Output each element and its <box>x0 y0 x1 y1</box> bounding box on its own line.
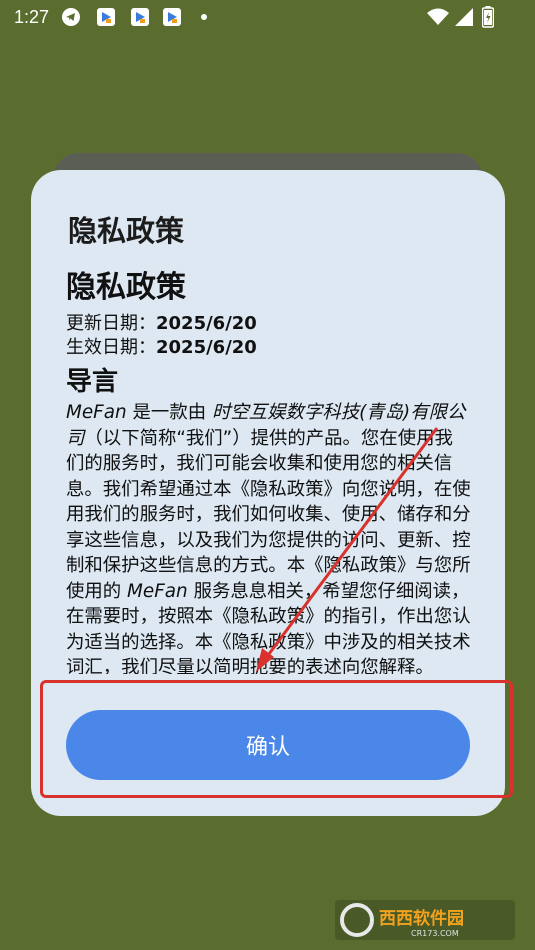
status-bar: 1:27 <box>0 0 535 36</box>
annotation-highlight-box <box>40 680 513 798</box>
intro-text-1: 是一款由 <box>126 402 212 423</box>
app-name-2: MeFan <box>127 580 188 602</box>
app-icon <box>97 8 115 26</box>
signal-icon <box>455 8 473 26</box>
wifi-icon <box>427 8 449 25</box>
section-heading: 导言 <box>66 367 119 397</box>
intro-paragraph: MeFan 是一款由 时空互娱数字科技(青岛)有限公司（以下简称“我们”）提供的… <box>66 400 471 674</box>
effective-date-line: 生效日期：2025/6/20 <box>66 336 471 360</box>
dialog-title: 隐私政策 <box>68 214 185 248</box>
policy-heading: 隐私政策 <box>66 270 186 305</box>
effective-label: 生效日期： <box>66 337 156 358</box>
battery-icon <box>482 6 494 28</box>
watermark-brand: 西西软件园 <box>379 908 464 929</box>
watermark-logo-icon: 西西软件园 CR173.COM <box>335 900 515 940</box>
updated-date-line: 更新日期：2025/6/20 <box>66 312 471 336</box>
app-icon <box>163 8 181 26</box>
effective-date: 2025/6/20 <box>156 337 257 358</box>
app-icon <box>131 8 149 26</box>
status-time: 1:27 <box>14 7 50 27</box>
updated-date: 2025/6/20 <box>156 313 257 334</box>
policy-scroll-content[interactable]: 隐私政策 更新日期：2025/6/20 生效日期：2025/6/20 导言 Me… <box>66 270 471 674</box>
notification-dot-icon <box>201 14 207 20</box>
intro-text-2: （以下简称“我们”）提供的产品。您在使用我们的服务时，我们可能会收集和使用您的相… <box>66 427 471 602</box>
watermark-domain: CR173.COM <box>411 929 459 938</box>
telegram-icon <box>62 8 80 26</box>
updated-label: 更新日期： <box>66 313 156 334</box>
app-name: MeFan <box>66 402 127 423</box>
